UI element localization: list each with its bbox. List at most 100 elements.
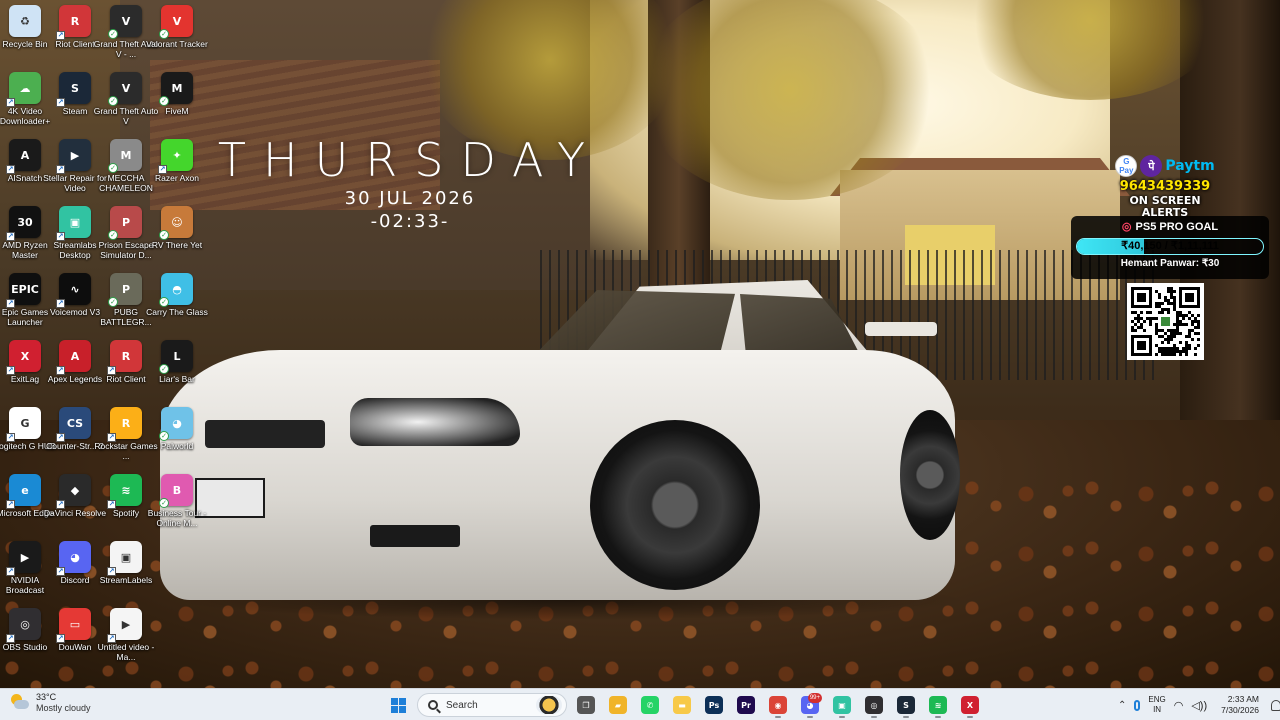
video-file-icon: ▶ ↗ <box>107 608 142 643</box>
shortcut-arrow-icon: ↗ <box>6 634 15 643</box>
shortcut-arrow-icon: ↗ <box>6 366 15 375</box>
desktop-icon[interactable]: V ✓ Valorant Tracker <box>144 0 210 49</box>
exitlag-icon: X ↗ <box>6 340 41 375</box>
apex-legends-icon: A ↗ <box>56 340 91 375</box>
shortcut-arrow-icon: ↗ <box>6 165 15 174</box>
taskbar-app-spotify[interactable]: ≋ <box>925 692 951 718</box>
payment-alert-widget: G Pay पे Paytm 9643439339 ON SCREEN ALER… <box>1110 153 1220 219</box>
taskbar-clock[interactable]: 2:33 AM 7/30/2026 <box>1221 694 1259 716</box>
running-indicator <box>775 716 781 718</box>
clock-time: -02:33- <box>370 211 450 232</box>
shortcut-arrow-icon: ↗ <box>56 232 65 241</box>
desktop-icon[interactable]: ✦ ↗ Razer Axon <box>144 134 210 183</box>
exitlag-icon: X <box>961 696 979 714</box>
taskbar-app-whatsapp[interactable]: ✆ <box>637 692 663 718</box>
razer-axon-icon: ✦ ↗ <box>158 139 193 174</box>
spotify-icon: ≋ <box>929 696 947 714</box>
taskbar-app-file-explorer[interactable]: ▰ <box>605 692 631 718</box>
goal-latest-donor: Hemant Panwar: ₹30 <box>1120 258 1220 269</box>
taskbar-app-photoshop[interactable]: Ps <box>701 692 727 718</box>
car-grille <box>205 420 325 448</box>
running-indicator <box>871 716 877 718</box>
amd-ryzen-master-icon: 30 ↗ <box>6 206 41 241</box>
volume-icon[interactable]: ◁)) <box>1191 699 1207 712</box>
taskbar-app-chrome[interactable]: ◉ <box>765 692 791 718</box>
payment-number: 9643439339 <box>1119 179 1211 194</box>
task-view-icon: ❐ <box>577 696 595 714</box>
start-button[interactable] <box>385 692 411 718</box>
douwan-icon: ▭ ↗ <box>56 608 91 643</box>
epic-games-icon: EPIC ↗ <box>6 273 41 308</box>
sync-check-icon: ✓ <box>159 498 169 508</box>
clock-widget: THURSDAY 30 JUL 2026 -02:33- <box>200 132 620 242</box>
taskbar-app-exitlag[interactable]: X <box>957 692 983 718</box>
cloud-shape <box>14 700 29 709</box>
davinci-resolve-icon: ◆ ↗ <box>56 474 91 509</box>
sync-check-icon: ✓ <box>159 364 169 374</box>
desktop-icon[interactable]: ▣ ↗ StreamLabels <box>93 536 159 585</box>
target-icon: ◎ <box>1121 221 1132 233</box>
notification-bell-icon[interactable] <box>1270 699 1280 711</box>
language-code: ENG <box>1148 695 1166 704</box>
show-hidden-icons-chevron-icon[interactable]: ⌃ <box>1118 700 1126 711</box>
shortcut-arrow-icon: ↗ <box>56 366 65 375</box>
folder-icon: ▬ <box>673 696 691 714</box>
desktop-icon-label: Untitled video - Ma... <box>97 642 155 662</box>
steam-icon: S <box>897 696 915 714</box>
desktop-icon[interactable]: M ✓ FiveM <box>144 67 210 116</box>
qr-code-image <box>1131 287 1200 356</box>
weather-text: 33°C Mostly cloudy <box>36 692 91 714</box>
taskbar-search[interactable]: Search <box>417 693 567 717</box>
sync-check-icon: ✓ <box>108 297 118 307</box>
paytm-icon: Paytm <box>1165 158 1215 174</box>
running-indicator <box>839 716 845 718</box>
search-highlight-icon <box>536 696 562 714</box>
recycle-bin-icon: ♻ <box>9 5 41 37</box>
taskbar-app-streamlabs[interactable]: ▣ <box>829 692 855 718</box>
wallpaper-car <box>160 280 970 620</box>
desktop-icon[interactable]: ▶ ↗ Untitled video - Ma... <box>93 603 159 662</box>
riot-client-icon: R ↗ <box>107 340 142 375</box>
microsoft-edge-icon: e ↗ <box>6 474 41 509</box>
business-tour-icon: B ✓ <box>159 474 193 508</box>
voicemod-icon: ∿ ↗ <box>56 273 91 308</box>
taskbar-app-task-view[interactable]: ❐ <box>573 692 599 718</box>
running-indicator <box>903 716 909 718</box>
taskbar: 33°C Mostly cloudy Search ❐ ▰ ✆ ▬ Ps Pr ◉ ◕ 99+ ▣… <box>0 688 1280 720</box>
desktop-icon-label: Business Tour - Online M... <box>147 508 207 528</box>
goal-amount: ₹40,150 / ₹1,11,111 <box>1121 240 1219 252</box>
desktop-icon[interactable]: ◕ ✓ Palworld <box>144 402 210 451</box>
phonepe-icon: पे <box>1140 155 1163 177</box>
microphone-icon[interactable] <box>1134 699 1141 711</box>
riot-client-icon: R ↗ <box>56 5 91 40</box>
shortcut-arrow-icon: ↗ <box>107 366 116 375</box>
shortcut-arrow-icon: ↗ <box>56 433 65 442</box>
photoshop-icon: Ps <box>705 696 723 714</box>
taskbar-app-discord[interactable]: ◕ 99+ <box>797 692 823 718</box>
taskbar-app-obs-studio[interactable]: ◎ <box>861 692 887 718</box>
gta-v-icon: V ✓ <box>108 72 142 106</box>
weather-widget[interactable]: 33°C Mostly cloudy <box>10 692 91 714</box>
taskbar-app-folder[interactable]: ▬ <box>669 692 695 718</box>
fivem-icon: M ✓ <box>159 72 193 106</box>
language-indicator[interactable]: ENG IN <box>1148 695 1165 715</box>
desktop-icon[interactable]: ◓ ✓ Carry The Glass <box>144 268 210 317</box>
palworld-icon: ◕ ✓ <box>159 407 193 441</box>
taskbar-app-premiere-pro[interactable]: Pr <box>733 692 759 718</box>
car-bumper-vent <box>370 525 460 547</box>
search-icon <box>428 700 438 710</box>
desktop-icon[interactable]: ☺ ✓ RV There Yet <box>144 201 210 250</box>
goal-title: ◎ PS5 PRO GOAL <box>1071 219 1269 235</box>
desktop-icon[interactable]: L ✓ Liar's Bar <box>144 335 210 384</box>
discord-icon: ◕ ↗ <box>56 541 91 576</box>
premiere-pro-icon: Pr <box>737 696 755 714</box>
valorant-tracker-icon: V ✓ <box>159 5 193 39</box>
taskbar-date: 7/30/2026 <box>1221 705 1259 715</box>
wifi-icon[interactable]: ◠ <box>1174 699 1184 712</box>
taskbar-app-steam[interactable]: S <box>893 692 919 718</box>
car-body <box>160 350 955 600</box>
weather-temp: 33°C <box>36 692 57 702</box>
streamlabs-icon: ▣ ↗ <box>56 206 91 241</box>
desktop-icon[interactable]: B ✓ Business Tour - Online M... <box>144 469 210 528</box>
file-explorer-icon: ▰ <box>609 696 627 714</box>
